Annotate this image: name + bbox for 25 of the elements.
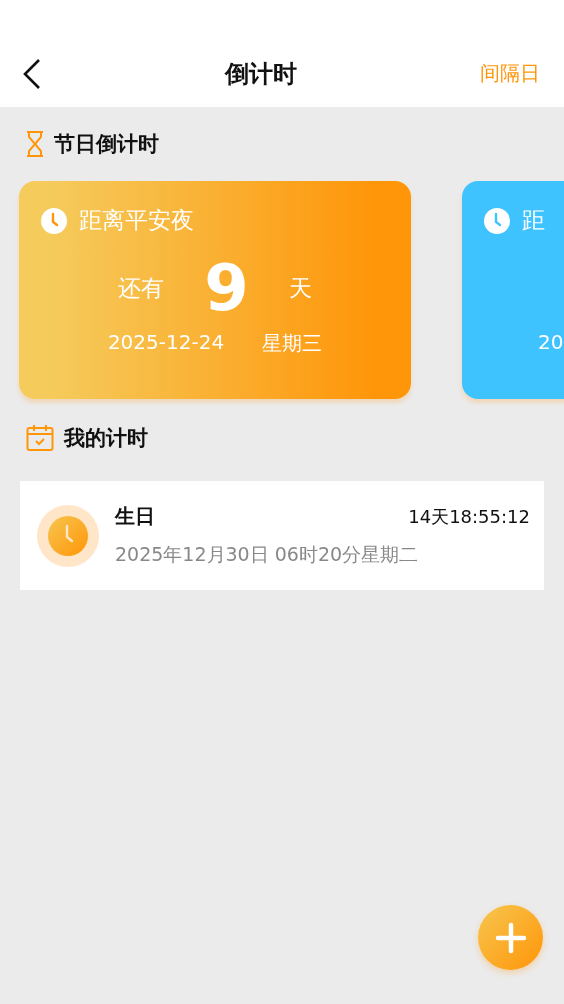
- card-date: 2025-12-24: [107, 330, 225, 356]
- calendar-icon: [26, 424, 54, 452]
- timer-name: 生日: [115, 503, 155, 530]
- countdown-card[interactable]: 距 20: [462, 181, 564, 399]
- clock-icon: [41, 207, 67, 234]
- remaining-label: 还有: [118, 273, 165, 303]
- page-title: 倒计时: [225, 58, 297, 90]
- card-title: 距: [522, 206, 545, 235]
- timer-item[interactable]: 生日 14天18:55:12 2025年12月30日 06时20分星期二: [20, 481, 544, 590]
- clock-icon: [37, 504, 99, 567]
- plus-icon: [494, 921, 527, 954]
- section-title: 我的计时: [64, 425, 148, 452]
- card-date: 20: [538, 330, 564, 354]
- days-unit: 天: [288, 273, 312, 303]
- interval-days-link[interactable]: 间隔日: [480, 60, 540, 87]
- card-weekday: 星期三: [262, 330, 323, 357]
- days-count: 9: [204, 251, 249, 325]
- remaining-time: 14天18:55:12: [408, 504, 530, 529]
- hourglass-icon: [26, 131, 44, 157]
- card-title: 距离平安夜: [79, 206, 194, 235]
- section-title: 节日倒计时: [54, 131, 159, 158]
- timer-datetime: 2025年12月30日 06时20分星期二: [115, 542, 420, 567]
- clock-icon: [484, 207, 510, 234]
- back-icon[interactable]: [22, 57, 42, 90]
- countdown-card[interactable]: 距离平安夜 还有 9 天 2025-12-24 星期三: [19, 181, 411, 399]
